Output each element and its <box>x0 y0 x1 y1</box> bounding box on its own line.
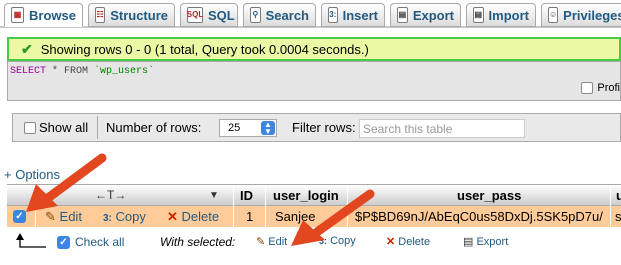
export-icon: ▤ <box>397 7 408 23</box>
row-delete-link[interactable]: ✕ Delete <box>167 209 219 225</box>
sql-keyword: SELECT <box>10 66 47 77</box>
sql-query-box: SELECT * FROM `wp_users` Profi <box>7 61 621 101</box>
column-separator <box>265 185 266 207</box>
row-separator <box>610 206 611 227</box>
header-next[interactable]: u <box>616 188 621 203</box>
arrow-up-left-icon <box>16 233 46 248</box>
sql-query[interactable]: SELECT * FROM `wp_users` <box>10 66 154 77</box>
sql-table-name: `wp_users` <box>94 66 155 77</box>
rows-label: Number of rows: <box>106 120 202 135</box>
tab-export-label: Export <box>412 7 454 23</box>
row-separator <box>347 206 348 227</box>
bulk-copy-label: Copy <box>330 235 356 247</box>
profiling-checkbox[interactable] <box>581 82 594 94</box>
checkmark-icon: ✔ <box>21 40 33 57</box>
sort-dropdown-icon[interactable]: ▼ <box>209 190 219 201</box>
pencil-icon: ✎ <box>45 209 56 224</box>
row-edit-link[interactable]: ✎ Edit <box>45 209 82 225</box>
browse-icon: ▦ <box>11 7 25 23</box>
tab-privileges-label: Privileges <box>563 7 621 23</box>
tab-structure-label: Structure <box>110 7 168 23</box>
cell-id: 1 <box>246 209 254 224</box>
delete-icon: ✕ <box>167 209 178 224</box>
insert-icon: 3: <box>328 7 338 23</box>
bulk-delete-label: Delete <box>398 236 431 248</box>
sql-query-middle: * FROM <box>46 66 95 77</box>
column-separator <box>347 185 348 207</box>
tab-export[interactable]: ▤ Export <box>390 3 461 27</box>
success-message: ✔ Showing rows 0 - 0 (1 total, Query too… <box>7 37 621 61</box>
row-separator <box>35 206 36 227</box>
tab-insert[interactable]: 3: Insert <box>321 3 385 27</box>
tab-structure[interactable]: ☷ Structure <box>88 3 175 27</box>
cell-user-pass: $P$BD69nJ/AbEqC0us58DxDj.5SK5pD7u/ <box>355 209 603 224</box>
rows-select[interactable]: 25 ▲ ▼ <box>219 119 277 137</box>
rows-value: 25 <box>228 122 241 134</box>
row-checkbox[interactable]: ✓ <box>13 210 26 223</box>
cell-user-login: Sanjee <box>275 209 316 224</box>
profiling-option[interactable]: Profi <box>581 82 620 94</box>
table-row: ✓ ✎ Edit 3: Copy ✕ Delete 1 Sanjee $P$BD… <box>7 206 621 227</box>
bulk-export-label: Export <box>476 236 509 248</box>
tab-insert-label: Insert <box>342 7 378 23</box>
sql-icon: SQL <box>187 7 203 23</box>
show-all-label: Show all <box>39 120 89 135</box>
row-edit-label: Edit <box>59 209 82 224</box>
row-delete-label: Delete <box>181 209 220 224</box>
spinner-icon: ▲ ▼ <box>261 121 275 136</box>
tab-bar: ▦ Browse ☷ Structure SQL SQL ⚲ Search 3:… <box>0 0 621 30</box>
copy-icon: 3: <box>319 236 328 246</box>
column-separator <box>233 185 234 207</box>
bulk-delete-button[interactable]: ✕ Delete <box>386 235 430 248</box>
header-user-pass[interactable]: user_pass <box>457 188 521 203</box>
navigation-bar: Show all Number of rows: 25 ▲ ▼ Filter ro… <box>12 113 621 142</box>
bulk-edit-label: Edit <box>268 236 288 248</box>
import-icon: ▤ <box>473 7 484 23</box>
filter-placeholder: Search this table <box>363 121 453 136</box>
with-selected-label: With selected: <box>160 235 236 249</box>
tab-import-label: Import <box>488 7 529 23</box>
tab-browse-label: Browse <box>29 7 76 23</box>
delete-icon: ✕ <box>386 236 396 248</box>
privileges-icon: ☺ <box>548 7 559 23</box>
tab-privileges[interactable]: ☺ Privileges <box>541 3 621 27</box>
row-copy-link[interactable]: 3: Copy <box>103 209 146 224</box>
profiling-label: Profi <box>597 82 620 94</box>
check-all-checkbox[interactable]: ✓ <box>57 236 70 249</box>
tab-search-label: Search <box>265 7 309 23</box>
column-separator <box>610 185 611 207</box>
row-separator <box>265 206 266 227</box>
cell-next: s <box>615 209 621 224</box>
show-all-checkbox[interactable] <box>24 122 36 134</box>
header-user-login[interactable]: user_login <box>273 188 339 203</box>
row-copy-label: Copy <box>115 209 146 224</box>
copy-icon: 3: <box>103 213 112 224</box>
nav-divider <box>97 116 98 139</box>
export-icon: ▤ <box>463 236 474 248</box>
filter-input[interactable]: Search this table <box>359 119 525 138</box>
options-link[interactable]: + Options <box>4 167 60 182</box>
bulk-copy-button[interactable]: 3: Copy <box>319 235 356 247</box>
success-text: Showing rows 0 - 0 (1 total, Query took … <box>40 41 369 57</box>
tab-sql[interactable]: SQL SQL <box>180 3 238 27</box>
bulk-export-button[interactable]: ▤ Export <box>463 235 508 248</box>
tab-sql-label: SQL <box>208 7 235 23</box>
row-separator <box>233 206 234 227</box>
bulk-actions: ✓ Check all With selected: ✎ Edit 3: Cop… <box>0 230 621 254</box>
structure-icon: ☷ <box>95 7 106 23</box>
check-all-label[interactable]: Check all <box>75 235 124 249</box>
pencil-icon: ✎ <box>256 236 266 248</box>
bulk-edit-button[interactable]: ✎ Edit <box>256 235 287 248</box>
tab-browse[interactable]: ▦ Browse <box>4 3 83 27</box>
tab-search[interactable]: ⚲ Search <box>243 3 316 27</box>
filter-label: Filter rows: <box>292 120 356 135</box>
header-id[interactable]: ID <box>240 188 253 203</box>
column-arrows-icon[interactable]: ←T→ <box>95 188 126 202</box>
table-header: ←T→ ▼ ID user_login user_pass u <box>7 184 621 207</box>
tab-import[interactable]: ▤ Import <box>466 3 536 27</box>
search-icon: ⚲ <box>250 7 261 23</box>
